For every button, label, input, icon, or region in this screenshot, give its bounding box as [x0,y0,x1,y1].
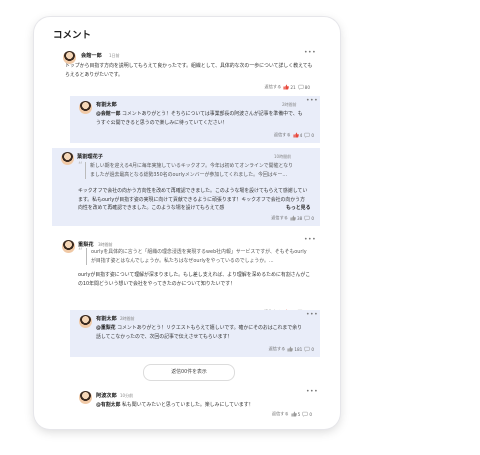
quoted-text: 新しい期を迎える4月に毎年実施しているキックオフ。今年は初めてオンラインで開催と… [85,162,295,180]
comments-title: コメント [53,30,92,41]
comment-body: @会館一郎 コメントありがとう！そちらについては事業部長の阿波さんが記事を準備中… [96,110,306,127]
more-horizontal-icon[interactable]: ••• [306,97,318,104]
comment-text: 私も聞いてみたいと思っていました。楽しみにしています！ [120,402,254,408]
avatar[interactable] [79,391,92,404]
comment-item: 重梨花 3時間前 ••• “ ourlyを具体的に言うと「組織の理念浸透を実現す… [34,236,340,306]
comment-actions: 返信する 38 0 [271,215,314,221]
like-count: 21 [290,84,296,90]
comment-count-button[interactable]: 0 [302,411,312,417]
comment-body: トップから目指す方向を説明してもらえて良かったです。組織として、具体的な次の一歩… [65,63,313,78]
comment-time: 10分前 [120,393,134,398]
comment-item: 会館一郎 1日前 ••• トップから目指す方向を説明してもらえて良かったです。組… [34,47,340,97]
like-button[interactable]: 4 [293,132,303,138]
like-count: 38 [296,215,303,221]
avatar[interactable] [61,152,74,165]
like-button[interactable]: 38 [290,215,302,221]
comment-actions: 返信する 5 0 [272,411,312,417]
comment-body: キックオフで会社の向かう方向性を改めて再確認できました。このような場を設けてもら… [78,188,308,212]
comment-bubble-icon [298,84,304,90]
quote-icon: “ [78,161,83,171]
mention[interactable]: @重梨花 [96,325,116,331]
reply-item: 有割太郎 2時間前 ••• @会館一郎 コメントありがとう！そちらについては事業… [70,96,320,143]
mention[interactable]: @会館一郎 [96,111,120,117]
comment-author[interactable]: 葉割理花子 [77,153,103,160]
comment-count-button[interactable]: 0 [304,346,314,352]
comment-time: 2時間前 [120,316,135,321]
comment-bubble-icon [304,346,310,352]
comment-count: 0 [311,215,314,221]
avatar[interactable] [79,315,92,328]
comment-bubble-icon [304,132,310,138]
comments-card: コメント 会館一郎 1日前 ••• トップから目指す方向を説明してもらえて良かっ… [34,17,340,429]
more-horizontal-icon[interactable]: ••• [306,388,318,395]
quote-icon: “ [78,247,83,257]
like-count: 181 [294,346,303,352]
comment-count: 80 [304,84,310,90]
reply-button[interactable]: 返信する [272,411,289,417]
comment-body: @有割太郎 私も聞いてみたいと思っていました。楽しみにしています！ [96,401,311,410]
thumbs-up-icon [291,411,297,417]
reply-item: 有割太郎 2時間前 ••• @重梨花 コメントありがとう！リクエストもらえて嬉し… [70,310,320,357]
more-horizontal-icon[interactable]: ••• [304,49,316,56]
reply-item: 阿波次郎 10分前 ••• @有割太郎 私も聞いてみたいと思っていました。楽しみ… [70,387,320,423]
thumbs-up-icon [290,215,296,221]
thumbs-up-icon [287,346,293,352]
reply-button[interactable]: 返信する [265,84,282,90]
comment-count: 0 [311,346,314,352]
comment-body: ourlyが目指す姿について理解が深まりました。もし差し支えれば、より理解を深め… [78,272,311,287]
more-horizontal-icon[interactable]: ••• [304,236,316,243]
like-count: 5 [297,411,301,417]
comment-count-button[interactable]: 0 [304,132,314,138]
reply-button[interactable]: 返信する [269,346,286,352]
avatar[interactable] [62,240,75,253]
comment-count-button[interactable]: 80 [298,84,310,90]
more-horizontal-icon[interactable]: ••• [306,311,318,318]
see-more-link[interactable]: もっと見る [284,204,311,211]
comment-author[interactable]: 会館一郎 [81,52,102,59]
like-count: 4 [299,132,303,138]
mention[interactable]: @有割太郎 [96,402,120,408]
comment-count: 0 [309,411,312,417]
reply-button[interactable]: 返信する [274,132,291,138]
comment-actions: 返信する 4 0 [274,132,314,138]
comment-bubble-icon [304,215,310,221]
comment-body: @重梨花 コメントありがとう！リクエストもらえて嬉しいです。確かにそのおはこれま… [96,324,306,341]
thumbs-up-icon [293,132,299,138]
like-button[interactable]: 181 [287,346,302,352]
comment-author[interactable]: 有割太郎 [96,315,117,322]
comment-actions: 返信する 21 80 [265,84,310,90]
quoted-text: ourlyを具体的に言うと「組織の理念浸透を実現するweb社内報」サービスですが… [86,248,311,266]
comment-author[interactable]: 阿波次郎 [96,392,117,399]
comment-author[interactable]: 有割太郎 [96,101,117,108]
comment-actions: 返信する 181 0 [269,346,314,352]
thumbs-up-icon [283,84,289,90]
comment-count-button[interactable]: 0 [304,215,314,221]
comment-time: 1日前 [109,53,120,58]
reply-button[interactable]: 返信する [271,215,288,221]
like-button[interactable]: 5 [291,411,301,417]
comment-item: 葉割理花子 10時間前 “ 新しい期を迎える4月に毎年実施しているキックオフ。今… [52,148,320,226]
comment-text: コメントありがとう！リクエストもらえて嬉しいです。確かにそのおはこれまで余り話し… [96,325,302,340]
comment-time: 2時間前 [282,102,297,107]
avatar[interactable] [79,101,92,114]
comment-time: 10時間前 [274,154,292,159]
comment-text: コメントありがとう！そちらについては事業部長の阿波さんが記事を準備中で、もうすぐ… [96,111,303,126]
load-more-replies-button[interactable]: 返信00件を表示 [143,364,235,381]
comment-bubble-icon [302,411,308,417]
comment-count: 0 [311,132,314,138]
like-button[interactable]: 21 [283,84,296,90]
